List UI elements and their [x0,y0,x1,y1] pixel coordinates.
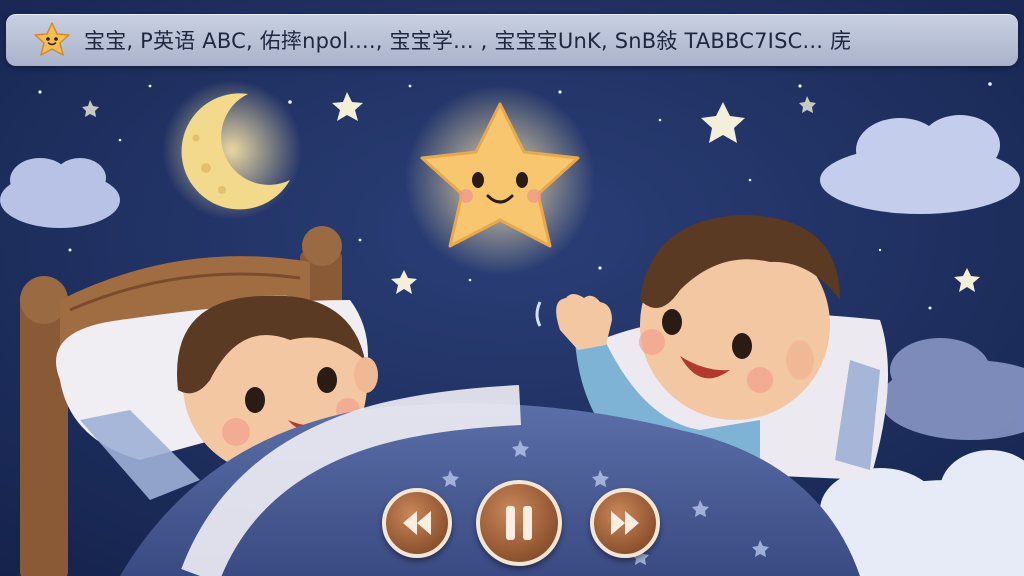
cloud-left [0,158,120,228]
video-title: 宝宝, P英语 ABC, 佑摔npol...., 宝宝学... , 宝宝宝UnK… [84,29,852,53]
playback-controls [380,480,660,570]
fast-forward-button[interactable] [590,488,660,558]
rewind-button[interactable] [382,488,452,558]
pause-icon [506,506,532,540]
rewind-icon [403,511,431,535]
fast-forward-icon [611,511,639,535]
moon-icon [162,80,302,220]
star-character [405,85,595,275]
video-title-bar: 宝宝, P英语 ABC, 佑摔npol...., 宝宝学... , 宝宝宝UnK… [6,14,1018,66]
star-icon [34,22,70,56]
pause-button[interactable] [476,480,562,566]
